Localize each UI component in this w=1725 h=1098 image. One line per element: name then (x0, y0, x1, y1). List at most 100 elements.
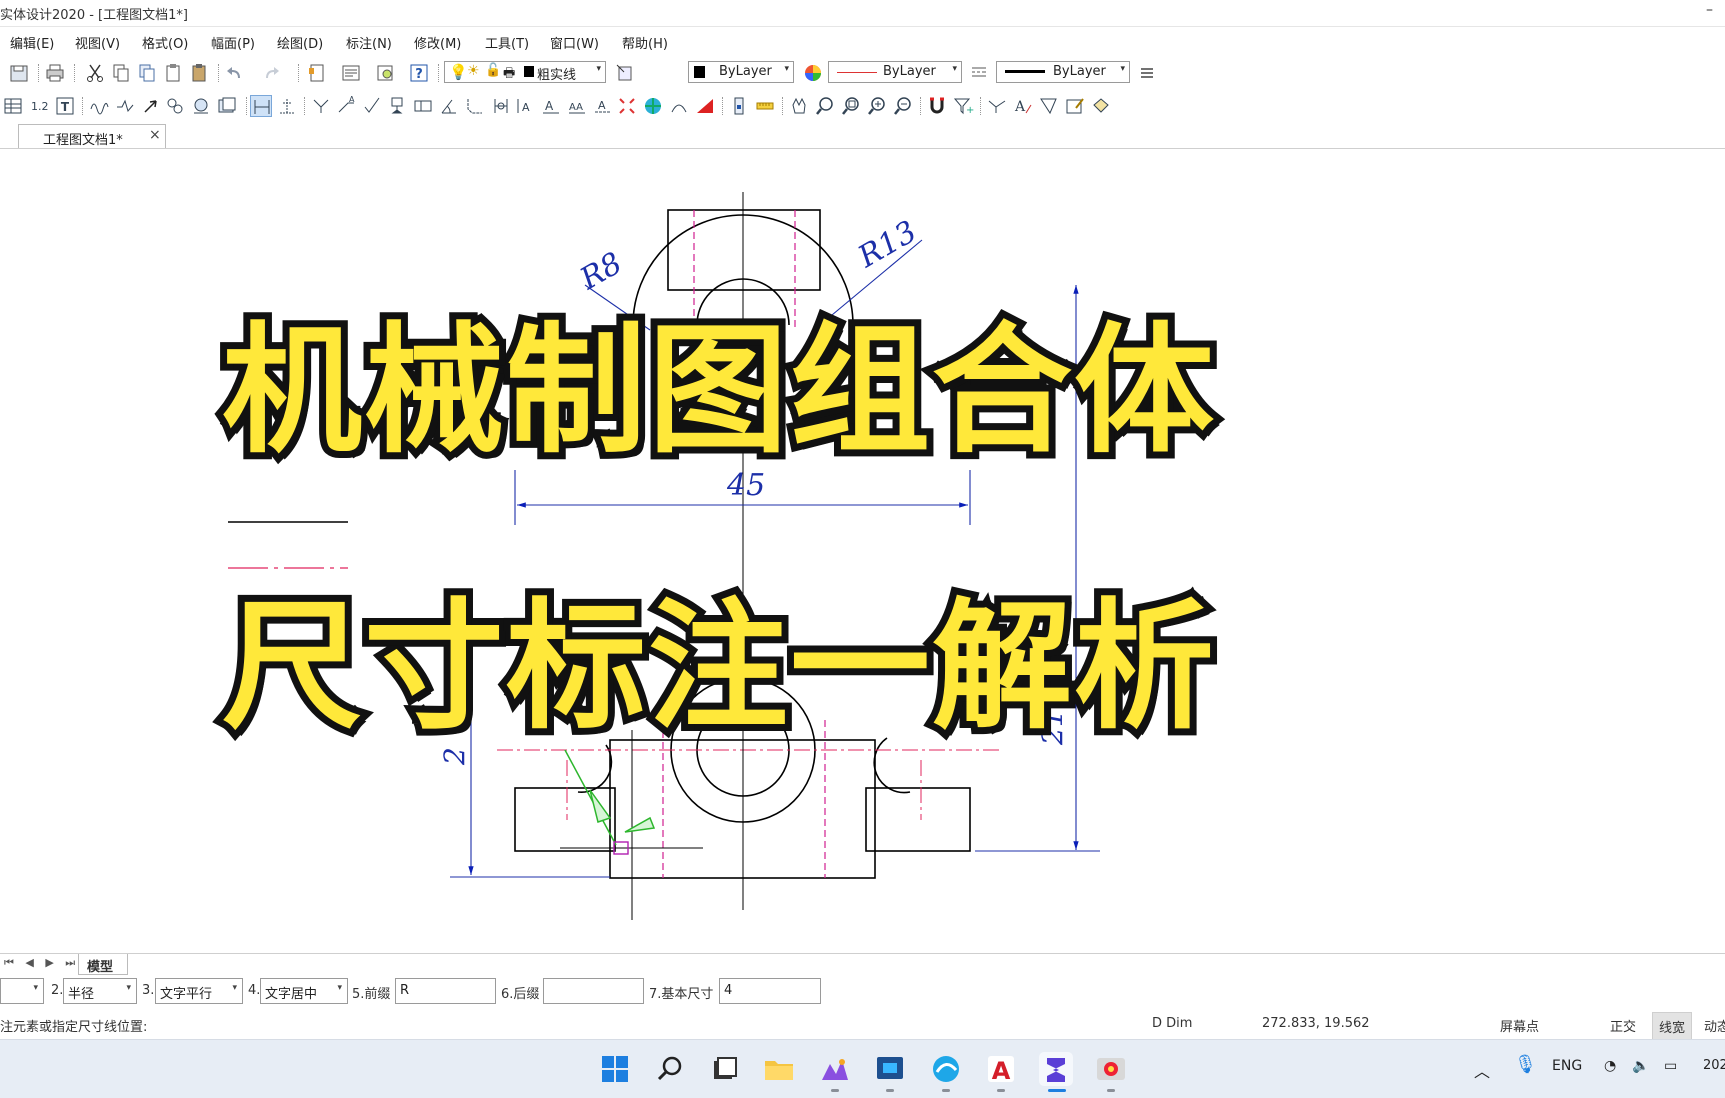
linetype-combo[interactable]: ByLayer ▾ (828, 61, 962, 83)
menu-sheet[interactable]: 幅面(P) (211, 33, 255, 52)
base-size-input[interactable]: 4 (719, 978, 821, 1004)
coordinate-dimension-icon[interactable] (276, 95, 298, 117)
color-wheel-icon[interactable] (802, 62, 824, 84)
battery-icon[interactable]: ▭ (1664, 1058, 1677, 1074)
taper-icon[interactable] (694, 95, 716, 117)
microphone-icon[interactable]: 🎙 (1514, 1054, 1537, 1075)
weld-symbol-icon[interactable]: A (336, 95, 358, 117)
arc-text-icon[interactable] (668, 95, 690, 117)
chevron-up-icon[interactable]: ︿ (1474, 1058, 1490, 1082)
close-icon[interactable]: × (149, 127, 161, 143)
paste-icon[interactable] (162, 62, 184, 84)
text-icon[interactable]: T (54, 95, 76, 117)
new-sheet-icon[interactable] (306, 62, 328, 84)
save-icon[interactable] (8, 62, 30, 84)
edit-note-icon[interactable] (1064, 95, 1086, 117)
table-icon[interactable] (2, 95, 24, 117)
paste-special-icon[interactable] (188, 62, 210, 84)
print-preview-icon[interactable] (374, 62, 396, 84)
menu-tools[interactable]: 工具(T) (485, 33, 529, 52)
centerline-icon[interactable]: A (592, 95, 614, 117)
ortho-toggle[interactable]: 正交 (1610, 1016, 1636, 1035)
pan-icon[interactable] (788, 95, 810, 117)
lineweight-combo[interactable]: ByLayer ▾ (996, 61, 1130, 83)
remote-app-icon[interactable] (873, 1052, 907, 1086)
array-icon[interactable] (616, 95, 638, 117)
drawing-canvas[interactable]: R8 R13 45 21 2 (0, 150, 1725, 950)
windows-start-icon[interactable] (598, 1052, 632, 1086)
tab-model[interactable]: 模型 (78, 954, 128, 975)
file-explorer-icon[interactable] (762, 1052, 796, 1086)
help-icon[interactable]: ? (408, 62, 430, 84)
angle-dimension-icon[interactable] (438, 95, 460, 117)
menu-view[interactable]: 视图(V) (75, 33, 120, 52)
draw-app-icon[interactable] (818, 1052, 852, 1086)
caxa-solid-icon[interactable] (1039, 1052, 1073, 1086)
wifi-icon[interactable]: ◔ (1604, 1058, 1616, 1074)
search-icon[interactable] (653, 1052, 687, 1086)
suffix-input[interactable] (543, 978, 644, 1004)
minimize-button[interactable]: – (1706, 2, 1713, 18)
text-alignment-select[interactable]: 文字平行 ▾ (155, 978, 243, 1004)
fill-icon[interactable] (190, 95, 212, 117)
block-icon[interactable] (728, 95, 750, 117)
image-icon[interactable] (216, 95, 238, 117)
dimension-type-select[interactable]: 半径 ▾ (63, 978, 137, 1004)
menu-dimension[interactable]: 标注(N) (346, 33, 392, 52)
chamfer-dimension-icon[interactable] (464, 95, 486, 117)
tolerance-frame-icon[interactable] (412, 95, 434, 117)
text-style-icon[interactable]: A (1012, 95, 1034, 117)
text-position-select[interactable]: 文字居中 ▾ (260, 978, 348, 1004)
menu-format[interactable]: 格式(O) (142, 33, 188, 52)
filter-icon[interactable]: + (952, 95, 974, 117)
prefix-input[interactable]: R (395, 978, 496, 1004)
fill-color-icon[interactable] (1090, 95, 1112, 117)
layer-combo[interactable]: 💡 ☀ 🔓 🖶 粗实线 ▾ (444, 61, 606, 83)
zoom-icon[interactable] (814, 95, 836, 117)
sheet-nav-buttons[interactable]: ⏮ ◀ ▶ ⏭ (4, 956, 79, 970)
polyline-icon[interactable] (114, 95, 136, 117)
measure-icon[interactable] (754, 95, 776, 117)
screen-recorder-icon[interactable] (1094, 1052, 1128, 1086)
cut-icon[interactable] (84, 62, 106, 84)
text-annotation-icon[interactable]: A (540, 95, 562, 117)
explode-icon[interactable] (1038, 95, 1060, 117)
arrow-icon[interactable] (140, 95, 162, 117)
layer-manager-icon[interactable] (614, 62, 636, 84)
menu-draw[interactable]: 绘图(D) (277, 33, 323, 52)
zoom-out-icon[interactable] (892, 95, 914, 117)
properties-icon[interactable] (340, 62, 362, 84)
autocad-icon[interactable]: A (984, 1052, 1018, 1086)
snap-mode-button[interactable]: 屏幕点 (1500, 1016, 1539, 1035)
browser-icon[interactable] (929, 1052, 963, 1086)
leader-icon[interactable] (310, 95, 332, 117)
roughness-icon[interactable] (362, 95, 384, 117)
undo-icon[interactable] (224, 62, 246, 84)
linetype-manager-icon[interactable] (968, 62, 990, 84)
zoom-in-icon[interactable] (866, 95, 888, 117)
menu-window[interactable]: 窗口(W) (550, 33, 599, 52)
dimension-icon[interactable] (250, 95, 272, 117)
menu-modify[interactable]: 修改(M) (414, 33, 461, 52)
datum-icon[interactable] (386, 95, 408, 117)
color-combo[interactable]: ByLayer ▾ (688, 61, 794, 83)
section-symbol-icon[interactable] (490, 95, 512, 117)
lineweight-settings-icon[interactable] (1136, 62, 1158, 84)
view-label-icon[interactable]: A (514, 95, 536, 117)
dynamic-input-toggle[interactable]: 动态 (1704, 1016, 1725, 1035)
sequence-number-icon[interactable]: 1.2 (28, 95, 50, 117)
input-language[interactable]: ENG (1552, 1058, 1582, 1074)
magnet-snap-icon[interactable] (926, 95, 948, 117)
copy-icon[interactable] (110, 62, 132, 84)
menu-help[interactable]: 帮助(H) (622, 33, 668, 52)
tab-drawing-document[interactable]: 工程图文档1* × (18, 124, 166, 148)
copy-with-base-icon[interactable] (136, 62, 158, 84)
task-view-icon[interactable] (707, 1052, 741, 1086)
volume-icon[interactable]: 🔈 (1632, 1058, 1649, 1074)
hatch-icon[interactable] (164, 95, 186, 117)
field-1-select[interactable]: ▾ (0, 978, 44, 1004)
lineweight-toggle[interactable]: 线宽 (1652, 1012, 1693, 1041)
zoom-window-icon[interactable] (840, 95, 862, 117)
redo-icon[interactable] (260, 62, 282, 84)
multi-text-icon[interactable]: AA (566, 95, 588, 117)
